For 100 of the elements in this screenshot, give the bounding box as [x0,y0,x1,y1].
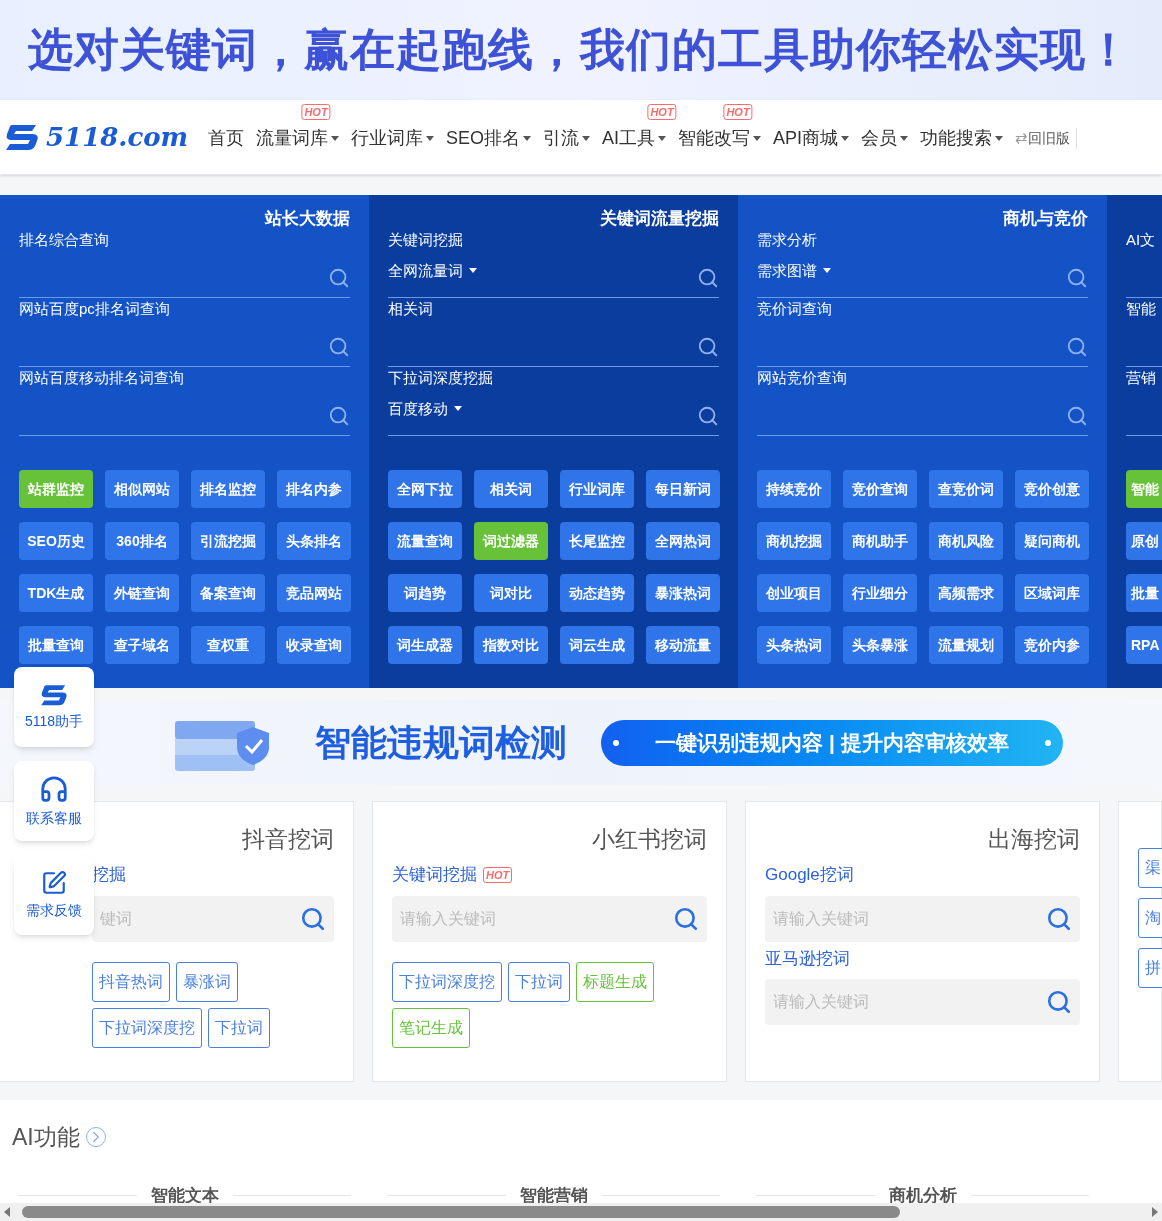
nav-item[interactable]: 引流 [543,124,590,152]
tool-button[interactable]: 排名监控 [191,470,265,508]
search-row[interactable]: 需求分析 需求图谱 [757,229,1088,298]
search-row[interactable]: 竞价词查询 [757,298,1088,367]
tool-button[interactable]: 查权重 [191,626,265,664]
search-row[interactable]: 智能 [1126,298,1162,367]
search-icon[interactable] [697,336,719,358]
search-icon[interactable] [1046,905,1072,932]
tool-button[interactable]: 词生成器 [388,626,462,664]
tag-button[interactable]: 笔记生成 [392,1007,470,1048]
nav-item[interactable]: 首页 [208,124,244,152]
tool-button[interactable]: 全网下拉 [388,470,462,508]
tool-button[interactable]: 长尾监控 [560,522,634,560]
tool-button[interactable]: 相似网站 [105,470,179,508]
search-icon[interactable] [300,905,326,932]
float-widget[interactable]: 5118助手 [14,667,94,747]
tool-button[interactable]: 原创 [1126,522,1162,560]
horizontal-scrollbar[interactable] [0,1203,1162,1221]
tool-button[interactable]: 动态趋势 [560,574,634,612]
tag-button[interactable]: 下拉词深度挖 [392,961,502,1002]
source-selector[interactable]: 全网流量词 [388,259,477,282]
tool-button[interactable]: 360排名 [105,522,179,560]
nav-item[interactable]: 会员 [861,124,909,152]
tool-button[interactable]: 头条排名 [277,522,351,560]
search-row[interactable]: 营销 [1126,367,1162,436]
tool-button[interactable]: 词对比 [474,574,548,612]
tool-button[interactable]: 外链查询 [105,574,179,612]
search-row[interactable]: 网站百度pc排名词查询 [19,298,350,367]
tool-button[interactable]: 头条热词 [757,626,831,664]
tag-button[interactable]: 渠 [1138,848,1162,888]
tool-button[interactable]: 暴涨热词 [646,574,720,612]
tool-button[interactable]: 词云生成 [560,626,634,664]
tag-button[interactable]: 淘 [1138,898,1162,938]
tool-link[interactable]: Google挖词 [765,862,854,888]
tool-button[interactable]: 指数对比 [474,626,548,664]
tool-button[interactable]: 竞价查询 [843,470,917,508]
nav-item[interactable]: 智能改写 [678,124,762,152]
tool-button[interactable]: 流量规划 [929,626,1003,664]
search-row[interactable]: 相关词 [388,298,719,367]
search-icon[interactable] [1046,989,1072,1015]
old-version-link[interactable]: 回旧版 [1028,127,1078,149]
tool-button[interactable]: 查子域名 [105,626,179,664]
float-widget[interactable]: 需求反馈 [14,855,94,935]
search-icon[interactable] [1066,405,1088,427]
tool-button[interactable]: 站群监控 [19,470,93,508]
tool-button[interactable]: 流量查询 [388,522,462,560]
tool-button[interactable]: 相关词 [474,470,548,508]
tool-button[interactable]: 头条暴涨 [843,626,917,664]
search-icon[interactable] [328,405,350,427]
source-selector[interactable]: 需求图谱 [757,259,831,282]
tool-button[interactable]: 排名内参 [277,470,351,508]
tool-button[interactable]: SEO历史 [19,522,93,560]
search-icon[interactable] [1066,267,1088,289]
tool-button[interactable]: 竞价创意 [1015,470,1089,508]
tool-button[interactable]: 行业细分 [843,574,917,612]
tool-button[interactable]: 引流挖掘 [191,522,265,560]
source-selector[interactable]: 百度移动 [388,397,493,420]
tool-button[interactable]: 智能 [1126,470,1162,508]
tool-link[interactable]: 关键词挖掘 [392,862,477,888]
tool-button[interactable]: 持续竞价 [757,470,831,508]
float-widget[interactable]: 联系客服 [14,761,94,841]
tool-link[interactable]: 亚马逊挖词 [765,945,850,971]
tool-button[interactable]: 疑问商机 [1015,522,1089,560]
tag-button[interactable]: 下拉词 [208,1007,270,1048]
search-icon[interactable] [673,905,699,932]
search-icon[interactable] [697,405,719,427]
tool-button[interactable]: 批量查询 [19,626,93,664]
nav-item[interactable]: 行业词库 [351,124,434,152]
nav-item[interactable]: API商城 [773,124,850,152]
tool-button[interactable]: 商机助手 [843,522,917,560]
tag-button[interactable]: 下拉词深度挖 [92,1007,202,1048]
tool-button[interactable]: 竞价内参 [1015,626,1089,664]
nav-item[interactable]: 功能搜索 [920,124,1004,152]
tag-button[interactable]: 暴涨词 [176,961,238,1002]
tool-button[interactable]: 创业项目 [757,574,831,612]
tag-button[interactable]: 标题生成 [576,961,654,1002]
tool-button[interactable]: TDK生成 [19,574,93,612]
search-icon[interactable] [328,267,350,289]
search-row[interactable]: 网站百度移动排名词查询 [19,367,350,436]
top-banner[interactable]: 选对关键词，赢在起跑线，我们的工具助你轻松实现！ [0,0,1162,100]
tool-button[interactable]: 商机风险 [929,522,1003,560]
tool-button[interactable]: 每日新词 [646,470,720,508]
search-row[interactable]: 下拉词深度挖掘 百度移动 [388,367,719,436]
search-icon[interactable] [1066,336,1088,358]
tool-button[interactable]: 移动流量 [646,626,720,664]
nav-item[interactable]: 流量词库 [256,124,339,152]
tag-button[interactable]: 下拉词 [508,961,570,1002]
site-logo[interactable]: 5118.com [46,117,189,157]
nav-item[interactable]: AI工具 [602,124,667,152]
search-row[interactable]: 关键词挖掘 全网流量词 [388,229,719,298]
tool-button[interactable]: 区域词库 [1015,574,1089,612]
tool-button[interactable]: 词趋势 [388,574,462,612]
search-icon[interactable] [697,267,719,289]
tool-button[interactable]: 词过滤器 [474,522,548,560]
tool-button[interactable]: 高频需求 [929,574,1003,612]
tool-button[interactable]: 收录查询 [277,626,351,664]
tag-button[interactable]: 拼 [1138,948,1162,988]
tool-button[interactable]: 查竞价词 [929,470,1003,508]
tool-button[interactable]: RPA [1126,626,1162,664]
nav-item[interactable]: SEO排名 [446,124,531,152]
